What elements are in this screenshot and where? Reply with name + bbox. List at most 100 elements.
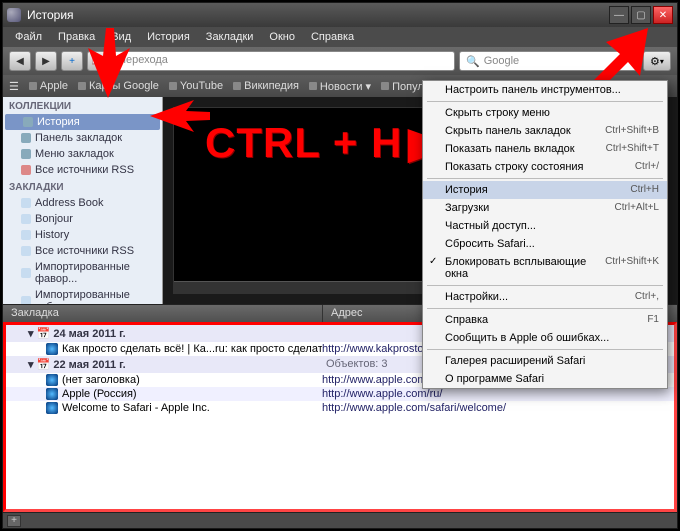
menu-item-label: Скрыть строку меню — [445, 107, 550, 119]
menu-item[interactable]: ✓ Блокировать всплывающие окнаCtrl+Shift+… — [423, 253, 667, 283]
menu-separator — [427, 285, 663, 286]
status-bar: + — [3, 512, 677, 528]
bookmark-item[interactable]: Apple — [29, 80, 68, 92]
sidebar-item[interactable]: Импортированные фавор... — [3, 259, 162, 287]
menu-item[interactable]: Сбросить Safari... — [423, 235, 667, 253]
close-button[interactable]: ✕ — [653, 6, 673, 24]
sidebar: КОЛЛЕКЦИИ История Панель закладок Меню з… — [3, 97, 163, 304]
menu-item[interactable]: Показать строку состоянияCtrl+/ — [423, 158, 667, 176]
check-icon: ✓ — [429, 256, 437, 267]
settings-dropdown-menu: Настроить панель инструментов... Скрыть с… — [422, 80, 668, 389]
sidebar-item[interactable]: Импортированные избран... — [3, 287, 162, 304]
sidebar-item[interactable]: Bonjour — [3, 211, 162, 227]
menu-item[interactable]: Частный доступ... — [423, 217, 667, 235]
chevron-down-icon: ▾ — [660, 57, 664, 66]
settings-gear-button[interactable]: ⚙▾ — [643, 51, 671, 71]
menu-item-shortcut: Ctrl+Shift+T — [606, 143, 659, 155]
sidebar-item-bookmarks-bar[interactable]: Панель закладок — [3, 130, 162, 146]
add-bookmark-button[interactable]: + — [61, 51, 83, 71]
menu-item-label: История — [445, 184, 488, 196]
address-bar[interactable]: перехода — [113, 51, 455, 71]
menu-item[interactable]: Скрыть строку меню — [423, 104, 667, 122]
menu-item-shortcut: Ctrl+, — [635, 291, 659, 303]
show-bookmarks-button[interactable]: 📖 — [87, 51, 109, 71]
forward-button[interactable]: ▶ — [35, 51, 57, 71]
history-row-title: Как просто сделать всё! | Ка...ru: как п… — [62, 343, 322, 355]
menu-item[interactable]: Галерея расширений Safari — [423, 352, 667, 370]
column-header-bookmark[interactable]: Закладка — [3, 305, 323, 322]
search-field[interactable]: 🔍 Google — [459, 51, 639, 71]
menu-item-shortcut: Ctrl+H — [630, 184, 659, 196]
favicon-icon — [46, 374, 58, 386]
menu-item-label: Настройки... — [445, 291, 508, 303]
menu-separator — [427, 308, 663, 309]
menu-item-label: Показать строку состояния — [445, 161, 584, 173]
sidebar-item[interactable]: History — [3, 227, 162, 243]
menu-window[interactable]: Окно — [261, 29, 303, 45]
history-date-count: Объектов: 3 — [326, 358, 388, 371]
sidebar-item[interactable]: Все источники RSS — [3, 243, 162, 259]
bookmark-item[interactable]: Карты Google — [78, 80, 159, 92]
window-title: История — [27, 8, 74, 22]
bookmark-item[interactable]: Новости ▾ — [309, 80, 371, 93]
menu-help[interactable]: Справка — [303, 29, 362, 45]
back-button[interactable]: ◀ — [9, 51, 31, 71]
bookmark-item[interactable]: YouTube — [169, 80, 223, 92]
maximize-button[interactable]: ▢ — [631, 6, 651, 24]
menu-item[interactable]: История Ctrl+H — [423, 181, 667, 199]
favicon-icon — [46, 388, 58, 400]
menu-separator — [427, 101, 663, 102]
menu-item-label: Скрыть панель закладок — [445, 125, 571, 137]
menu-item-label: Галерея расширений Safari — [445, 355, 585, 367]
history-date-label: ▾ 📅 22 мая 2011 г. — [28, 358, 326, 371]
search-placeholder: Google — [484, 55, 519, 67]
menu-item-label: Частный доступ... — [445, 220, 536, 232]
bookmark-item[interactable]: Википедия — [233, 80, 299, 92]
sidebar-header-collections: КОЛЛЕКЦИИ — [3, 97, 162, 114]
toolbar: ◀ ▶ + 📖 перехода 🔍 Google ⚙▾ — [3, 47, 677, 75]
menu-item[interactable]: Скрыть панель закладок Ctrl+Shift+B — [423, 122, 667, 140]
menu-item[interactable]: Показать панель вкладок Ctrl+Shift+T — [423, 140, 667, 158]
menu-item[interactable]: О программе Safari — [423, 370, 667, 388]
menu-item-shortcut: F1 — [647, 314, 659, 326]
menu-separator — [427, 349, 663, 350]
menu-bar: Файл Правка Вид История Закладки Окно Сп… — [3, 27, 677, 47]
favicon-icon — [46, 402, 58, 414]
history-row[interactable]: Apple (Россия)http://www.apple.com/ru/ — [6, 387, 674, 401]
menu-item-shortcut: Ctrl+Shift+K — [605, 256, 659, 280]
menu-item-label: О программе Safari — [445, 373, 544, 385]
favicon-icon — [46, 343, 58, 355]
menu-item[interactable]: Настройки... Ctrl+, — [423, 288, 667, 306]
menu-item[interactable]: Настроить панель инструментов... — [423, 81, 667, 99]
menu-file[interactable]: Файл — [7, 29, 50, 45]
menu-item-shortcut: Ctrl+Shift+B — [605, 125, 659, 137]
title-bar: История — ▢ ✕ — [3, 3, 677, 27]
search-icon: 🔍 — [466, 55, 480, 68]
minimize-button[interactable]: — — [609, 6, 629, 24]
add-button[interactable]: + — [7, 515, 21, 527]
sidebar-item-all-rss[interactable]: Все источники RSS — [3, 162, 162, 178]
history-row[interactable]: Welcome to Safari - Apple Inc.http://www… — [6, 401, 674, 415]
menu-item-label: Показать панель вкладок — [445, 143, 575, 155]
app-icon — [7, 8, 21, 22]
menu-item-label: Загрузки — [445, 202, 489, 214]
menu-edit[interactable]: Правка — [50, 29, 103, 45]
menu-item-label: Блокировать всплывающие окна — [445, 256, 605, 280]
menu-history[interactable]: История — [139, 29, 198, 45]
menu-item[interactable]: Сообщить в Apple об ошибках... — [423, 329, 667, 347]
sidebar-item-history[interactable]: История — [5, 114, 160, 130]
menu-view[interactable]: Вид — [103, 29, 139, 45]
menu-item[interactable]: ЗагрузкиCtrl+Alt+L — [423, 199, 667, 217]
gear-icon: ⚙ — [650, 55, 660, 68]
history-row-title: Welcome to Safari - Apple Inc. — [62, 402, 210, 414]
history-date-label: ▾ 📅 24 мая 2011 г. — [28, 327, 326, 340]
menu-item-label: Сбросить Safari... — [445, 238, 535, 250]
sidebar-item-bookmarks-menu[interactable]: Меню закладок — [3, 146, 162, 162]
menu-item[interactable]: СправкаF1 — [423, 311, 667, 329]
menu-item-label: Сообщить в Apple об ошибках... — [445, 332, 609, 344]
menu-bookmarks[interactable]: Закладки — [198, 29, 262, 45]
history-row-title: (нет заголовка) — [62, 374, 140, 386]
bookmark-collections-icon[interactable]: ☰ — [9, 80, 19, 93]
sidebar-header-bookmarks: ЗАКЛАДКИ — [3, 178, 162, 195]
sidebar-item[interactable]: Address Book — [3, 195, 162, 211]
